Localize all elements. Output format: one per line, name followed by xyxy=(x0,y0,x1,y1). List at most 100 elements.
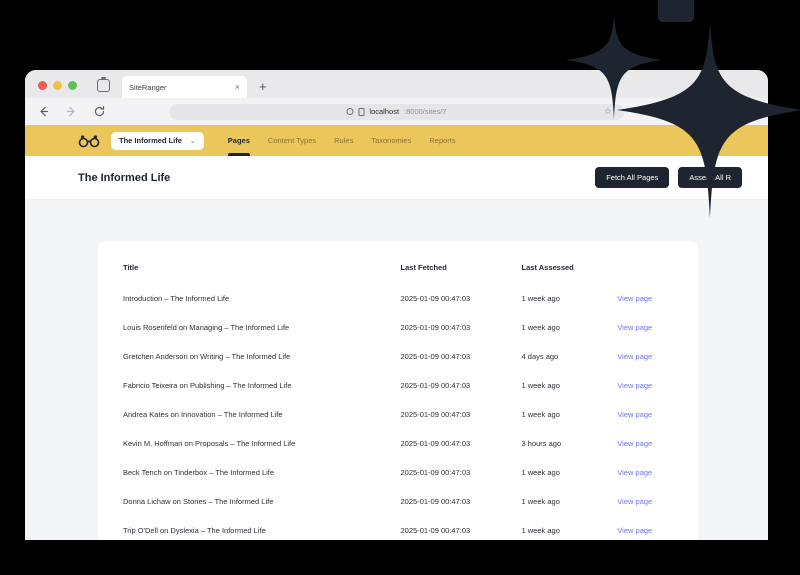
assess-all-button[interactable]: Assess All R xyxy=(678,167,742,188)
page-content: Title Last Fetched Last Assessed Introdu… xyxy=(25,200,768,540)
table-row: Beck Tench on Tinderbox – The Informed L… xyxy=(98,458,698,487)
cell-title: Louis Rosenfeld on Managing – The Inform… xyxy=(123,323,290,332)
table-row: Trip O'Dell on Dyslexia – The Informed L… xyxy=(98,516,698,540)
close-window-button[interactable] xyxy=(38,81,47,90)
cell-title: Andrea Kates on Innovation – The Informe… xyxy=(123,410,283,419)
cell-title: Trip O'Dell on Dyslexia – The Informed L… xyxy=(123,526,266,535)
maximize-window-button[interactable] xyxy=(68,81,77,90)
view-page-link[interactable]: View page xyxy=(617,323,652,332)
site-selector-dropdown[interactable]: The Informed Life ⌄ xyxy=(111,131,204,150)
column-header-title[interactable]: Title xyxy=(98,259,401,284)
table-header-row: Title Last Fetched Last Assessed xyxy=(98,259,698,284)
binoculars-logo xyxy=(78,135,100,147)
back-arrow-icon[interactable] xyxy=(37,105,50,118)
page-title: The Informed Life xyxy=(78,171,171,184)
table-row: Donna Lichaw on Stories – The Informed L… xyxy=(98,487,698,516)
cell-last-fetched: 2025-01-09 00:47:03 xyxy=(400,526,471,535)
tab-overview-icon[interactable] xyxy=(97,77,110,92)
table-row: Andrea Kates on Innovation – The Informe… xyxy=(98,400,698,429)
cell-last-fetched: 2025-01-09 00:47:03 xyxy=(400,439,471,448)
cell-last-fetched: 2025-01-09 00:47:03 xyxy=(400,410,471,419)
url-path: :8000/sites/7 xyxy=(404,107,447,116)
table-row: Gretchen Anderson on Writing – The Infor… xyxy=(98,342,698,371)
cell-actions: View page xyxy=(617,371,698,400)
nav-item-reports[interactable]: Reports xyxy=(429,125,455,156)
cell-actions: View page xyxy=(617,284,698,313)
cell-title: Fabricio Teixeira on Publishing – The In… xyxy=(123,381,292,390)
browser-nav-buttons xyxy=(37,105,106,118)
nav-item-pages[interactable]: Pages xyxy=(227,125,251,156)
view-page-link[interactable]: View page xyxy=(617,294,652,303)
view-page-link[interactable]: View page xyxy=(617,497,652,506)
cell-actions: View page xyxy=(617,429,698,458)
browser-tab-strip: SiteRanger × + xyxy=(25,70,768,98)
cell-last-fetched: 2025-01-09 00:47:03 xyxy=(400,381,471,390)
browser-tab-title: SiteRanger xyxy=(129,82,167,92)
browser-window: SiteRanger × + localhost :8000/sites/7 ☆ xyxy=(25,70,768,540)
cell-last-assessed: 1 week ago xyxy=(521,410,560,419)
view-page-link[interactable]: View page xyxy=(617,468,652,477)
cell-last-assessed: 1 week ago xyxy=(521,497,560,506)
table-body: Introduction – The Informed Life 2025-01-… xyxy=(98,284,698,540)
page-header: The Informed Life Fetch All Pages Assess… xyxy=(25,156,768,200)
minimize-window-button[interactable] xyxy=(53,81,62,90)
browser-tab[interactable]: SiteRanger × xyxy=(122,76,247,98)
table-row: Louis Rosenfeld on Managing – The Inform… xyxy=(98,313,698,342)
chevron-down-icon: ⌄ xyxy=(189,137,196,145)
nav-item-content-types[interactable]: Content Types xyxy=(268,125,316,156)
view-page-link[interactable]: View page xyxy=(617,352,652,361)
fetch-all-pages-button[interactable]: Fetch All Pages xyxy=(595,167,670,188)
table-row: Introduction – The Informed Life 2025-01-… xyxy=(98,284,698,313)
nav-item-taxonomies[interactable]: Taxonomies xyxy=(371,125,411,156)
cell-actions: View page xyxy=(617,458,698,487)
new-tab-button[interactable]: + xyxy=(259,80,267,93)
square-block-decoration xyxy=(658,0,694,22)
column-header-actions xyxy=(617,259,698,284)
nav-links: Pages Content Types Rules Taxonomies Rep… xyxy=(227,125,456,156)
cell-last-assessed: 1 week ago xyxy=(521,294,560,303)
page-icon xyxy=(358,107,365,116)
cell-actions: View page xyxy=(617,313,698,342)
bookmark-star-icon[interactable]: ☆ xyxy=(604,106,612,117)
cell-title: Kevin M. Hoffman on Proposals – The Info… xyxy=(123,439,296,448)
view-page-link[interactable]: View page xyxy=(617,381,652,390)
cell-title: Donna Lichaw on Stories – The Informed L… xyxy=(123,497,274,506)
cell-actions: View page xyxy=(617,342,698,371)
column-header-last-fetched[interactable]: Last Fetched xyxy=(401,259,522,284)
cell-title: Gretchen Anderson on Writing – The Infor… xyxy=(123,352,291,361)
cell-last-assessed: 3 hours ago xyxy=(521,439,562,448)
column-header-last-assessed[interactable]: Last Assessed xyxy=(522,259,618,284)
header-actions: Fetch All Pages Assess All R xyxy=(595,167,742,188)
nav-item-rules[interactable]: Rules xyxy=(334,125,353,156)
table-row: Fabricio Teixeira on Publishing – The In… xyxy=(98,371,698,400)
cell-actions: View page xyxy=(617,516,698,540)
table-header: Title Last Fetched Last Assessed xyxy=(98,259,698,284)
pages-table-card: Title Last Fetched Last Assessed Introdu… xyxy=(98,241,698,540)
table-row: Kevin M. Hoffman on Proposals – The Info… xyxy=(98,429,698,458)
view-page-link[interactable]: View page xyxy=(617,526,652,535)
cell-last-fetched: 2025-01-09 00:47:03 xyxy=(400,323,471,332)
cell-last-assessed: 1 week ago xyxy=(521,526,560,535)
reload-icon[interactable] xyxy=(93,105,106,118)
screenshot-stage: SiteRanger × + localhost :8000/sites/7 ☆ xyxy=(0,0,800,575)
cell-last-assessed: 1 week ago xyxy=(521,468,560,477)
address-bar[interactable]: localhost :8000/sites/7 ☆ xyxy=(169,103,624,120)
cell-last-fetched: 2025-01-09 00:47:03 xyxy=(400,468,471,477)
url-host: localhost xyxy=(369,107,400,116)
cell-last-assessed: 4 days ago xyxy=(521,352,559,361)
view-page-link[interactable]: View page xyxy=(617,410,652,419)
view-page-link[interactable]: View page xyxy=(617,439,652,448)
pages-table: Title Last Fetched Last Assessed Introdu… xyxy=(98,259,698,540)
cell-last-fetched: 2025-01-09 00:47:03 xyxy=(400,294,471,303)
cell-title: Beck Tench on Tinderbox – The Informed L… xyxy=(123,468,275,477)
cell-last-fetched: 2025-01-09 00:47:03 xyxy=(400,497,471,506)
app-navigation-bar: The Informed Life ⌄ Pages Content Types … xyxy=(25,125,768,156)
cell-last-assessed: 1 week ago xyxy=(521,323,560,332)
close-icon[interactable]: × xyxy=(235,82,240,92)
cell-title: Introduction – The Informed Life xyxy=(123,294,230,303)
browser-url-bar: localhost :8000/sites/7 ☆ xyxy=(25,98,768,125)
cell-last-assessed: 1 week ago xyxy=(521,381,560,390)
forward-arrow-icon[interactable] xyxy=(65,105,78,118)
cell-actions: View page xyxy=(617,400,698,429)
window-controls[interactable] xyxy=(33,81,77,98)
